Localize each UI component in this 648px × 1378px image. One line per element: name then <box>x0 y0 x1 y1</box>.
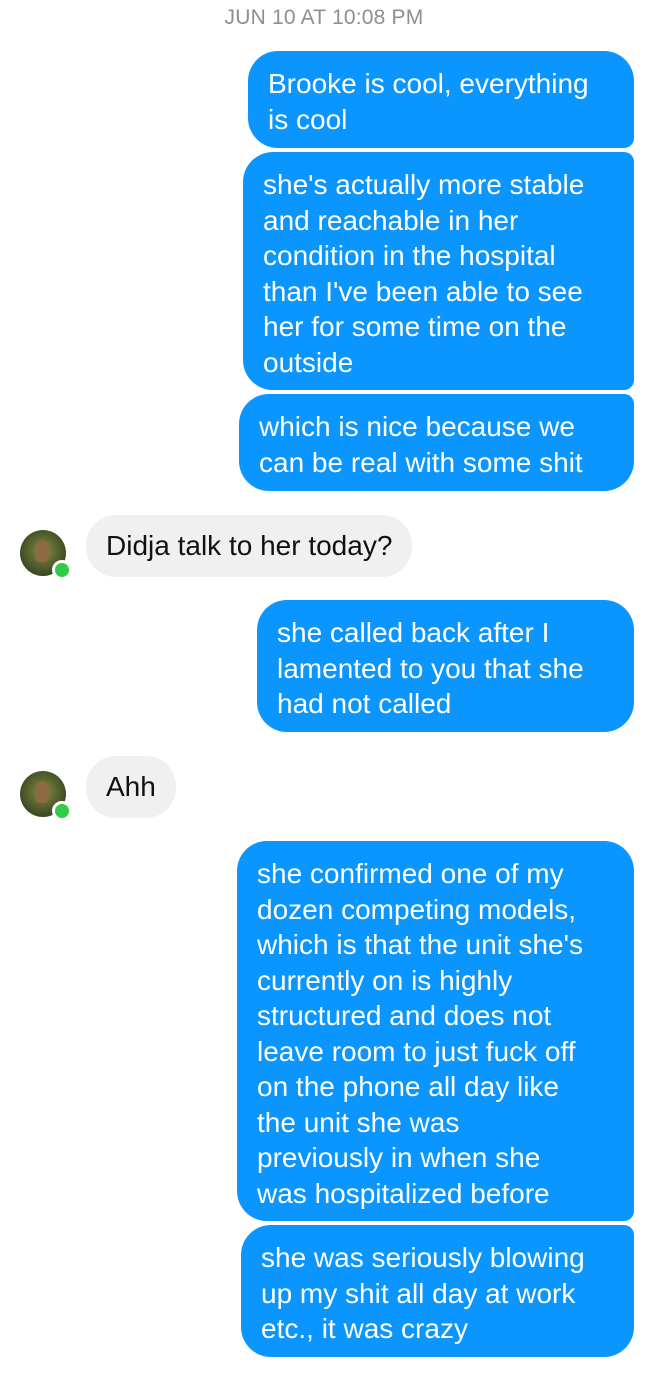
sent-message-5[interactable]: she confirmed one of my dozen competing … <box>237 841 634 1221</box>
contact-avatar[interactable] <box>20 771 72 821</box>
contact-avatar[interactable] <box>20 530 72 580</box>
received-message-1[interactable]: Didja talk to her today? <box>86 515 413 577</box>
timestamp: JUN 10 AT 10:08 PM <box>224 6 424 29</box>
sent-message-4[interactable]: she called back after I lamented to you … <box>257 600 634 732</box>
deer-photo-icon <box>35 781 49 803</box>
received-message-2[interactable]: Ahh <box>86 756 176 818</box>
sent-message-3[interactable]: which is nice because we can be real wit… <box>239 394 634 491</box>
online-dot-icon <box>52 801 72 821</box>
sent-message-1[interactable]: Brooke is cool, everything is cool <box>248 51 634 148</box>
online-dot-icon <box>52 560 72 580</box>
sent-message-2[interactable]: she's actually more stable and reachable… <box>243 152 634 390</box>
sent-message-6[interactable]: she was seriously blowing up my shit all… <box>241 1225 634 1357</box>
deer-photo-icon <box>35 540 49 562</box>
